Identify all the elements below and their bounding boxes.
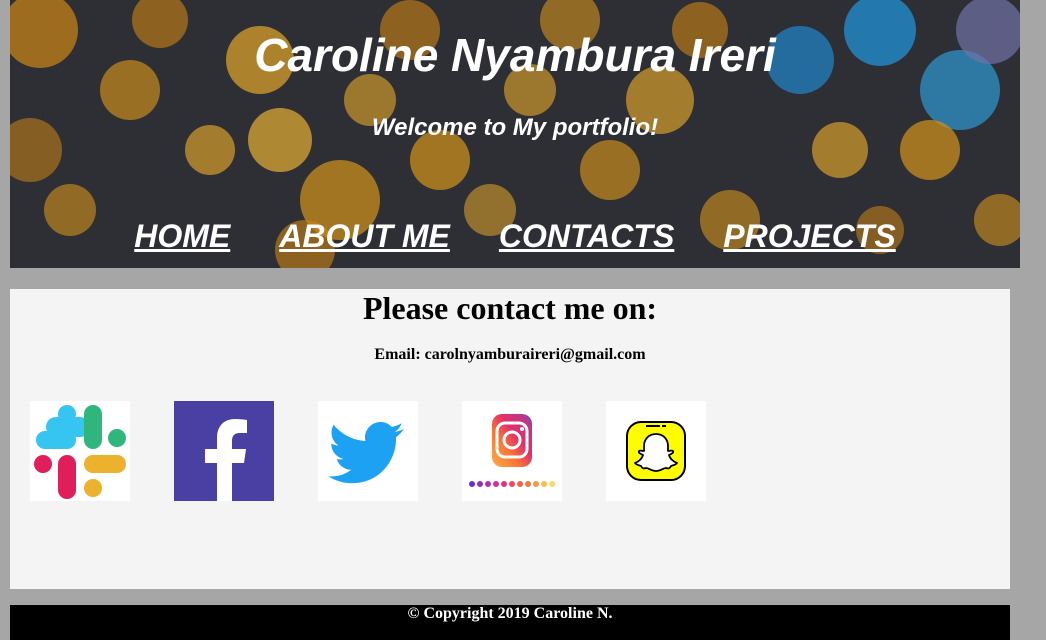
snapchat-icon — [606, 401, 706, 501]
email-text: Email: carolnyamburaireri@gmail.com — [374, 346, 646, 363]
contact-section: Please contact me on: Email: carolnyambu… — [10, 289, 1010, 589]
instagram-link[interactable] — [462, 401, 562, 501]
nav-contacts[interactable]: CONTACTS — [499, 218, 674, 255]
social-links — [30, 401, 706, 501]
nav-home[interactable]: HOME — [134, 218, 230, 255]
facebook-link[interactable] — [174, 401, 274, 501]
slack-icon — [30, 401, 130, 501]
nav-about-me[interactable]: ABOUT ME — [279, 218, 450, 255]
footer: © Copyright 2019 Caroline N. — [10, 605, 1010, 640]
hero-header: Caroline Nyambura Ireri Welcome to My po… — [10, 0, 1020, 268]
twitter-icon — [318, 401, 418, 501]
main-nav: HOME ABOUT ME CONTACTS PROJECTS — [10, 218, 1020, 255]
slack-link[interactable] — [30, 401, 130, 501]
copyright-text: © Copyright 2019 Caroline N. — [407, 605, 613, 622]
contact-heading: Please contact me on: — [362, 290, 658, 326]
facebook-icon — [174, 401, 274, 501]
nav-projects[interactable]: PROJECTS — [723, 218, 895, 255]
tagline: Welcome to My portfolio! — [371, 114, 659, 141]
instagram-icon — [462, 401, 562, 501]
site-title: Caroline Nyambura Ireri — [254, 29, 776, 81]
snapchat-link[interactable] — [606, 401, 706, 501]
twitter-link[interactable] — [318, 401, 418, 501]
